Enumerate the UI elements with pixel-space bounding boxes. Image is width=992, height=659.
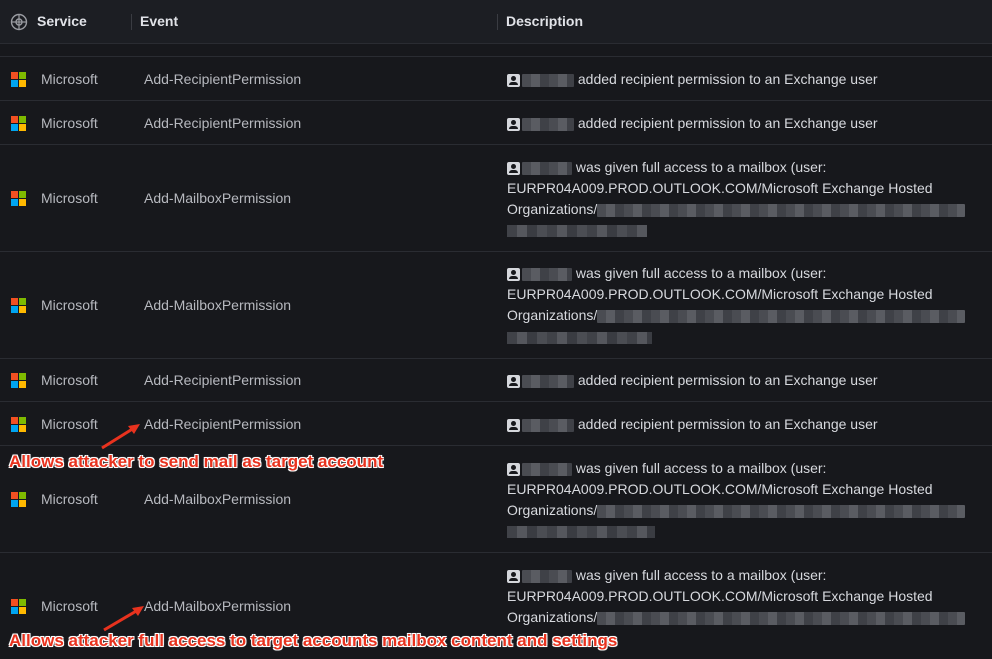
service-name: Microsoft (41, 416, 98, 432)
event-name: Add-MailboxPermission (144, 190, 292, 206)
microsoft-logo-icon (11, 417, 26, 432)
description-text: added recipient permission to an Exchang… (577, 416, 878, 432)
redacted-username (522, 418, 574, 432)
redacted-username (522, 267, 572, 281)
description-text: added recipient permission to an Exchang… (577, 71, 878, 87)
microsoft-logo-icon (11, 116, 26, 131)
description-text: was given full access to a mailbox (user… (575, 567, 827, 583)
redacted-username (522, 374, 574, 388)
redacted-username (522, 569, 572, 583)
annotation-arrow-icon (103, 606, 144, 632)
description-text: was given full access to a mailbox (user… (575, 460, 827, 476)
microsoft-logo-icon (11, 72, 26, 87)
redacted-username (522, 117, 574, 131)
redacted-organization (597, 611, 966, 625)
user-icon (507, 73, 520, 87)
event-name: Add-RecipientPermission (144, 115, 302, 131)
annotation-send-as: Allows attacker to send mail as target a… (9, 452, 384, 471)
description-text: EURPR04A009.PROD.OUTLOOK.COM/Microsoft E… (507, 588, 933, 604)
redacted-username (522, 73, 574, 87)
description: was given full access to a mailbox (user… (507, 565, 977, 628)
description-text: was given full access to a mailbox (user… (575, 265, 827, 281)
description-text: EURPR04A009.PROD.OUTLOOK.COM/Microsoft E… (507, 180, 933, 196)
description-text: Organizations/ (507, 609, 598, 625)
header-spacer (0, 44, 992, 57)
spider-logo-icon (10, 13, 28, 31)
event-name: Add-RecipientPermission (144, 372, 302, 388)
description: added recipient permission to an Exchang… (507, 69, 977, 90)
service-name: Microsoft (41, 115, 98, 131)
service-name: Microsoft (41, 190, 98, 206)
description-text: EURPR04A009.PROD.OUTLOOK.COM/Microsoft E… (507, 481, 933, 497)
table-header: Service Event Description (0, 0, 992, 44)
microsoft-logo-icon (11, 492, 26, 507)
redacted-organization (507, 526, 655, 538)
column-divider[interactable] (131, 14, 132, 30)
redacted-username (522, 462, 572, 476)
user-icon (507, 267, 520, 281)
description: was given full access to a mailbox (user… (507, 263, 977, 326)
user-icon (507, 569, 520, 583)
description-text: Organizations/ (507, 502, 598, 518)
description: was given full access to a mailbox (user… (507, 157, 977, 220)
description: added recipient permission to an Exchang… (507, 414, 977, 435)
table-row[interactable]: Microsoft Add-RecipientPermission added … (0, 359, 992, 402)
redacted-organization (507, 332, 652, 344)
microsoft-logo-icon (11, 191, 26, 206)
description-text: EURPR04A009.PROD.OUTLOOK.COM/Microsoft E… (507, 286, 933, 302)
table-row[interactable]: Microsoft Add-MailboxPermission was give… (0, 145, 992, 252)
microsoft-logo-icon (11, 599, 26, 614)
service-name: Microsoft (41, 372, 98, 388)
event-name: Add-MailboxPermission (144, 491, 292, 507)
description-text: was given full access to a mailbox (user… (575, 159, 827, 175)
column-header-service[interactable]: Service (37, 13, 87, 29)
microsoft-logo-icon (11, 373, 26, 388)
table-row[interactable]: Microsoft Add-MailboxPermission was give… (0, 252, 992, 359)
event-name: Add-RecipientPermission (144, 71, 302, 87)
table-row[interactable]: Microsoft Add-RecipientPermission added … (0, 101, 992, 145)
redacted-organization (597, 309, 966, 323)
annotation-arrow-icon (101, 424, 140, 450)
description: was given full access to a mailbox (user… (507, 458, 977, 521)
annotation-full-access: Allows attacker full access to target ac… (9, 631, 618, 650)
table-row[interactable]: Microsoft Add-RecipientPermission added … (0, 402, 992, 446)
event-name: Add-RecipientPermission (144, 416, 302, 432)
description-text: added recipient permission to an Exchang… (577, 372, 878, 388)
description: added recipient permission to an Exchang… (507, 113, 977, 134)
user-icon (507, 161, 520, 175)
redacted-username (522, 161, 572, 175)
event-name: Add-MailboxPermission (144, 297, 292, 313)
redacted-organization (597, 504, 966, 518)
description: added recipient permission to an Exchang… (507, 370, 977, 391)
user-icon (507, 117, 520, 131)
user-icon (507, 374, 520, 388)
column-header-description[interactable]: Description (506, 13, 583, 29)
service-name: Microsoft (41, 598, 98, 614)
service-name: Microsoft (41, 71, 98, 87)
redacted-organization (507, 225, 647, 237)
service-name: Microsoft (41, 297, 98, 313)
microsoft-logo-icon (11, 298, 26, 313)
description-text: Organizations/ (507, 201, 598, 217)
service-name: Microsoft (41, 491, 98, 507)
redacted-organization (597, 203, 966, 217)
user-icon (507, 462, 520, 476)
user-icon (507, 418, 520, 432)
description-text: added recipient permission to an Exchang… (577, 115, 878, 131)
event-name: Add-MailboxPermission (144, 598, 292, 614)
description-text: Organizations/ (507, 307, 598, 323)
column-header-event[interactable]: Event (140, 13, 178, 29)
column-divider[interactable] (497, 14, 498, 30)
table-row[interactable]: Microsoft Add-RecipientPermission added … (0, 58, 992, 101)
